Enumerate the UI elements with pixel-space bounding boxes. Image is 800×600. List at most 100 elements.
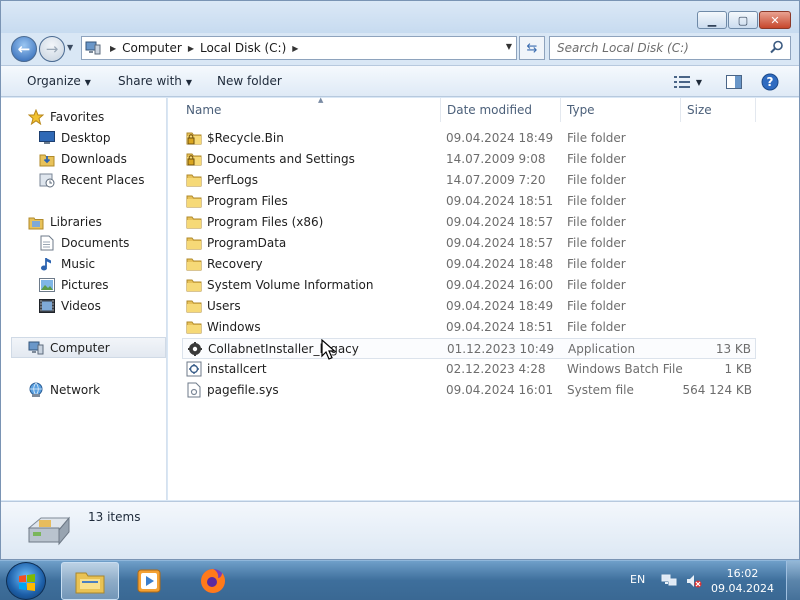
folder-icon <box>186 298 202 314</box>
file-row[interactable]: Program Files 09.04.2024 18:51 File folder <box>182 191 756 212</box>
file-type: Application <box>568 342 636 356</box>
new-folder-button[interactable]: New folder <box>217 74 282 88</box>
file-name: Documents and Settings <box>207 152 355 166</box>
nav-computer-label: Computer <box>50 340 110 355</box>
column-date-label: Date modified <box>447 103 533 117</box>
taskbar-explorer-button[interactable] <box>61 562 119 600</box>
file-row[interactable]: Program Files (x86) 09.04.2024 18:57 File … <box>182 212 756 233</box>
breadcrumb-separator-icon[interactable]: ▶ <box>188 44 194 53</box>
search-box[interactable] <box>549 36 791 60</box>
close-icon: ✕ <box>770 13 780 27</box>
nav-favorites[interactable]: Favorites <box>1 106 167 127</box>
file-row[interactable]: pagefile.sys 09.04.2024 16:01 System file 5… <box>182 380 756 401</box>
file-type: File folder <box>567 173 626 187</box>
clock[interactable]: 16:02 09.04.2024 <box>711 566 774 596</box>
search-icon[interactable] <box>770 40 784 54</box>
file-row[interactable]: $Recycle.Bin 09.04.2024 18:49 File folder <box>182 128 756 149</box>
nav-desktop[interactable]: Desktop <box>1 127 167 148</box>
file-date: 09.04.2024 18:51 <box>446 320 554 334</box>
file-type: Windows Batch File <box>567 362 683 376</box>
file-name: System Volume Information <box>207 278 374 292</box>
file-list: ▲ Name Date modified Type Size $Recycle.… <box>168 96 799 500</box>
preview-pane-icon <box>726 75 742 89</box>
file-size: 564 124 KB <box>682 383 752 397</box>
breadcrumb-separator-icon[interactable]: ▶ <box>110 44 116 53</box>
file-name: PerfLogs <box>207 173 259 187</box>
nav-downloads[interactable]: Downloads <box>1 148 167 169</box>
file-row[interactable]: System Volume Information 09.04.2024 16:0… <box>182 275 756 296</box>
file-row[interactable]: Recovery 09.04.2024 18:48 File folder <box>182 254 756 275</box>
chevron-down-icon: ▼ <box>695 77 703 87</box>
network-status-icon[interactable] <box>661 574 677 588</box>
share-with-menu[interactable]: Share with ▼ <box>118 74 192 88</box>
file-type: System file <box>567 383 634 397</box>
nav-videos[interactable]: Videos <box>1 295 167 316</box>
address-bar[interactable]: ▶ Computer ▶ Local Disk (C:) ▶ ▼ <box>81 36 517 60</box>
details-pane: 13 items <box>1 501 799 559</box>
file-date: 09.04.2024 18:49 <box>446 299 554 313</box>
documents-icon <box>39 235 55 251</box>
address-history-dropdown[interactable]: ▼ <box>506 42 512 51</box>
file-name: Users <box>207 299 241 313</box>
file-row[interactable]: Users 09.04.2024 18:49 File folder <box>182 296 756 317</box>
taskbar-media-player-button[interactable] <box>120 562 178 600</box>
file-row[interactable]: ProgramData 09.04.2024 18:57 File folder <box>182 233 756 254</box>
preview-pane-button[interactable] <box>724 72 744 92</box>
column-header-type[interactable]: Type <box>561 98 681 122</box>
command-bar: Organize ▼ Share with ▼ New folder ▼ ? <box>1 65 799 97</box>
column-header-date[interactable]: Date modified <box>441 98 561 122</box>
pictures-icon <box>39 277 55 293</box>
volume-muted-icon[interactable] <box>686 574 702 588</box>
refresh-button[interactable]: ⇆ <box>519 36 545 60</box>
breadcrumb-separator-icon[interactable]: ▶ <box>292 44 298 53</box>
minimize-button[interactable]: ▁ <box>697 11 727 29</box>
downloads-icon <box>39 151 55 167</box>
clock-time: 16:02 <box>726 567 759 580</box>
column-header-name[interactable]: ▲ Name <box>180 96 441 122</box>
search-input[interactable] <box>550 37 760 59</box>
nav-pictures[interactable]: Pictures <box>1 274 167 295</box>
back-button[interactable]: ← <box>11 36 37 62</box>
file-name: Recovery <box>207 257 263 271</box>
nav-music[interactable]: Music <box>1 253 167 274</box>
title-bar[interactable]: ▁ ▢ ✕ <box>1 1 799 33</box>
nav-recent-places[interactable]: Recent Places <box>1 169 167 190</box>
file-date: 09.04.2024 18:49 <box>446 131 554 145</box>
column-header-size[interactable]: Size <box>681 98 756 122</box>
file-row[interactable]: CollabnetInstaller_legacy 01.12.2023 10:4… <box>182 338 756 359</box>
nav-network-label: Network <box>50 382 101 397</box>
breadcrumb-local-disk[interactable]: Local Disk (C:) <box>200 41 286 55</box>
change-view-button[interactable]: ▼ <box>669 72 707 92</box>
organize-menu[interactable]: Organize ▼ <box>27 74 91 88</box>
file-name: $Recycle.Bin <box>207 131 284 145</box>
language-indicator[interactable]: EN <box>630 573 645 586</box>
nav-computer[interactable]: Computer <box>11 337 166 358</box>
recent-pages-dropdown[interactable]: ▼ <box>67 43 73 52</box>
file-type: File folder <box>567 278 626 292</box>
file-row[interactable]: installcert 02.12.2023 4:28 Windows Batch … <box>182 359 756 380</box>
forward-button[interactable]: → <box>39 36 65 62</box>
maximize-button[interactable]: ▢ <box>728 11 758 29</box>
nav-documents[interactable]: Documents <box>1 232 167 253</box>
nav-desktop-label: Desktop <box>61 130 111 145</box>
close-button[interactable]: ✕ <box>759 11 791 29</box>
nav-network[interactable]: Network <box>1 379 167 400</box>
file-row[interactable]: Documents and Settings 14.07.2009 9:08 Fil… <box>182 149 756 170</box>
help-button[interactable]: ? <box>760 72 780 92</box>
clock-date: 09.04.2024 <box>711 582 774 595</box>
locked-folder-icon <box>186 151 202 167</box>
start-button[interactable] <box>6 562 46 600</box>
taskbar-firefox-button[interactable] <box>184 562 242 600</box>
breadcrumb-computer[interactable]: Computer <box>122 41 182 55</box>
nav-downloads-label: Downloads <box>61 151 127 166</box>
file-type: File folder <box>567 215 626 229</box>
nav-libraries[interactable]: Libraries <box>1 211 167 232</box>
file-type: File folder <box>567 131 626 145</box>
folder-icon <box>186 277 202 293</box>
file-type: File folder <box>567 152 626 166</box>
show-desktop-button[interactable] <box>786 561 800 600</box>
chevron-down-icon: ▼ <box>84 78 91 87</box>
recent-places-icon <box>39 172 55 188</box>
file-row[interactable]: Windows 09.04.2024 18:51 File folder <box>182 317 756 338</box>
file-row[interactable]: PerfLogs 14.07.2009 7:20 File folder <box>182 170 756 191</box>
